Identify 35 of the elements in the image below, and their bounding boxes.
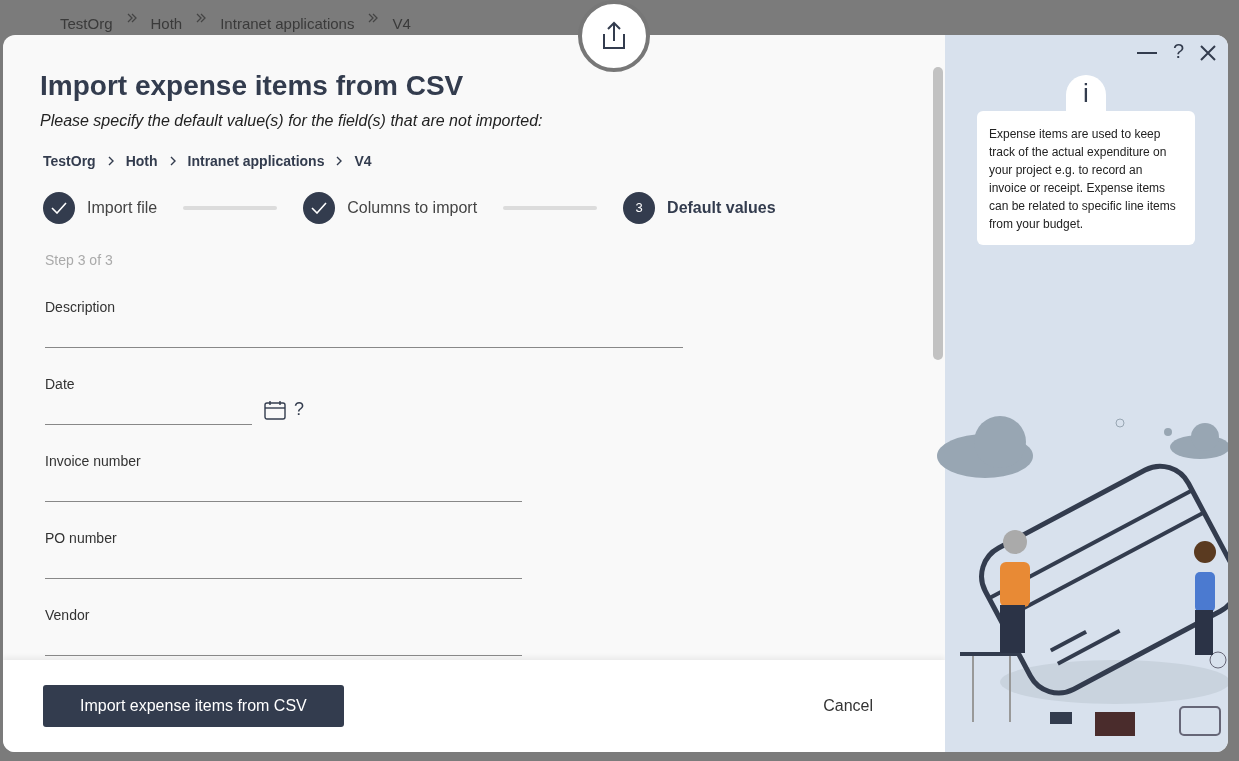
- help-link[interactable]: ?: [294, 396, 304, 424]
- field-label: Date: [45, 374, 76, 394]
- chevron-icon: [336, 156, 343, 167]
- field-label: Vendor: [45, 605, 91, 625]
- step-label: Import file: [87, 197, 158, 218]
- step-caption: Step 3 of 3: [45, 250, 114, 270]
- chevron-icon: [107, 156, 114, 167]
- background-breadcrumb-item: Hoth: [150, 13, 183, 34]
- breadcrumb-link[interactable]: TestOrg: [43, 150, 96, 172]
- chevron-icon: [169, 156, 176, 167]
- info-text: Expense items are used to keep track of the actual expenditure on your project e.g. to record an invoice or receipt. Expense items can be related to specific line items from your budget.: [977, 111, 1195, 245]
- dialog-title: Import expense items from CSV: [40, 69, 465, 103]
- background-breadcrumb-item: Intranet applications: [220, 13, 355, 34]
- cancel-button[interactable]: Cancel: [817, 693, 879, 719]
- double-chevron-icon: [126, 12, 137, 23]
- calendar-icon[interactable]: [264, 399, 286, 420]
- dialog-subtitle: Please specify the default value(s) for the field(s) that are not imported:: [40, 110, 544, 131]
- field-label: PO number: [45, 528, 118, 548]
- breadcrumb-link[interactable]: V4: [354, 150, 372, 172]
- close-icon: [1200, 44, 1216, 61]
- breadcrumb-link[interactable]: Hoth: [125, 150, 158, 172]
- step-label: Default values: [667, 197, 776, 218]
- background-breadcrumb-item: TestOrg: [60, 13, 113, 34]
- import-button[interactable]: Import expense items from CSV: [43, 685, 344, 727]
- breadcrumb-link[interactable]: Intranet applications: [187, 150, 325, 172]
- step-label: Columns to import: [347, 197, 478, 218]
- info-mark: i: [1066, 75, 1106, 111]
- field-label: Invoice number: [45, 451, 142, 471]
- double-chevron-icon: [368, 12, 379, 23]
- double-chevron-icon: [196, 12, 207, 23]
- background-breadcrumb-item: V4: [392, 13, 411, 34]
- help-button[interactable]: ?: [1172, 41, 1184, 61]
- field-label: Description: [45, 297, 117, 317]
- scrollbar-thumb[interactable]: [933, 67, 943, 360]
- step-number: 3: [623, 191, 656, 224]
